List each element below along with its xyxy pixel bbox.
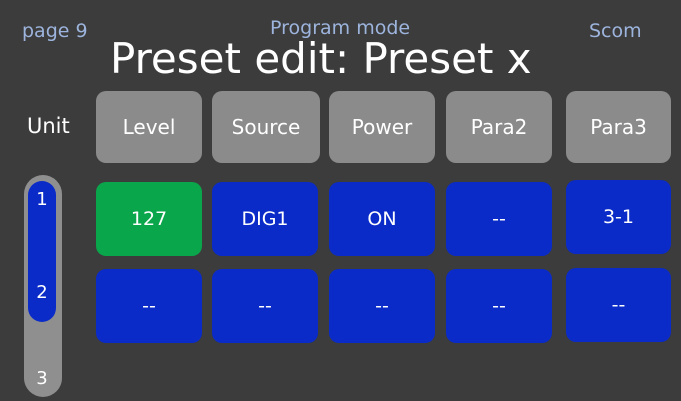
cell-row1-para2[interactable]: -- [446, 182, 552, 256]
cell-row1-level[interactable]: 127 [96, 182, 202, 256]
cell-row1-para3[interactable]: 3-1 [566, 180, 671, 254]
unit-number-3[interactable]: 3 [32, 370, 52, 388]
cell-row1-power[interactable]: ON [329, 182, 435, 256]
page-label: page 9 [22, 20, 88, 42]
cell-row2-power[interactable]: -- [329, 269, 435, 343]
screen-title: Preset edit: Preset x [110, 34, 532, 83]
cell-row2-para3[interactable]: -- [566, 268, 671, 342]
column-button-level[interactable]: Level [96, 91, 202, 163]
cell-row1-source[interactable]: DIG1 [212, 182, 318, 256]
cell-row2-source[interactable]: -- [212, 269, 318, 343]
scom-label: Scom [589, 20, 642, 42]
column-button-source[interactable]: Source [212, 91, 320, 163]
cell-row2-level[interactable]: -- [96, 269, 202, 343]
unit-label: Unit [27, 114, 70, 138]
unit-number-2[interactable]: 2 [32, 284, 52, 302]
column-button-para3[interactable]: Para3 [566, 91, 671, 163]
cell-row2-para2[interactable]: -- [446, 269, 552, 343]
column-button-power[interactable]: Power [329, 91, 435, 163]
column-button-para2[interactable]: Para2 [446, 91, 552, 163]
unit-number-1[interactable]: 1 [32, 191, 52, 209]
